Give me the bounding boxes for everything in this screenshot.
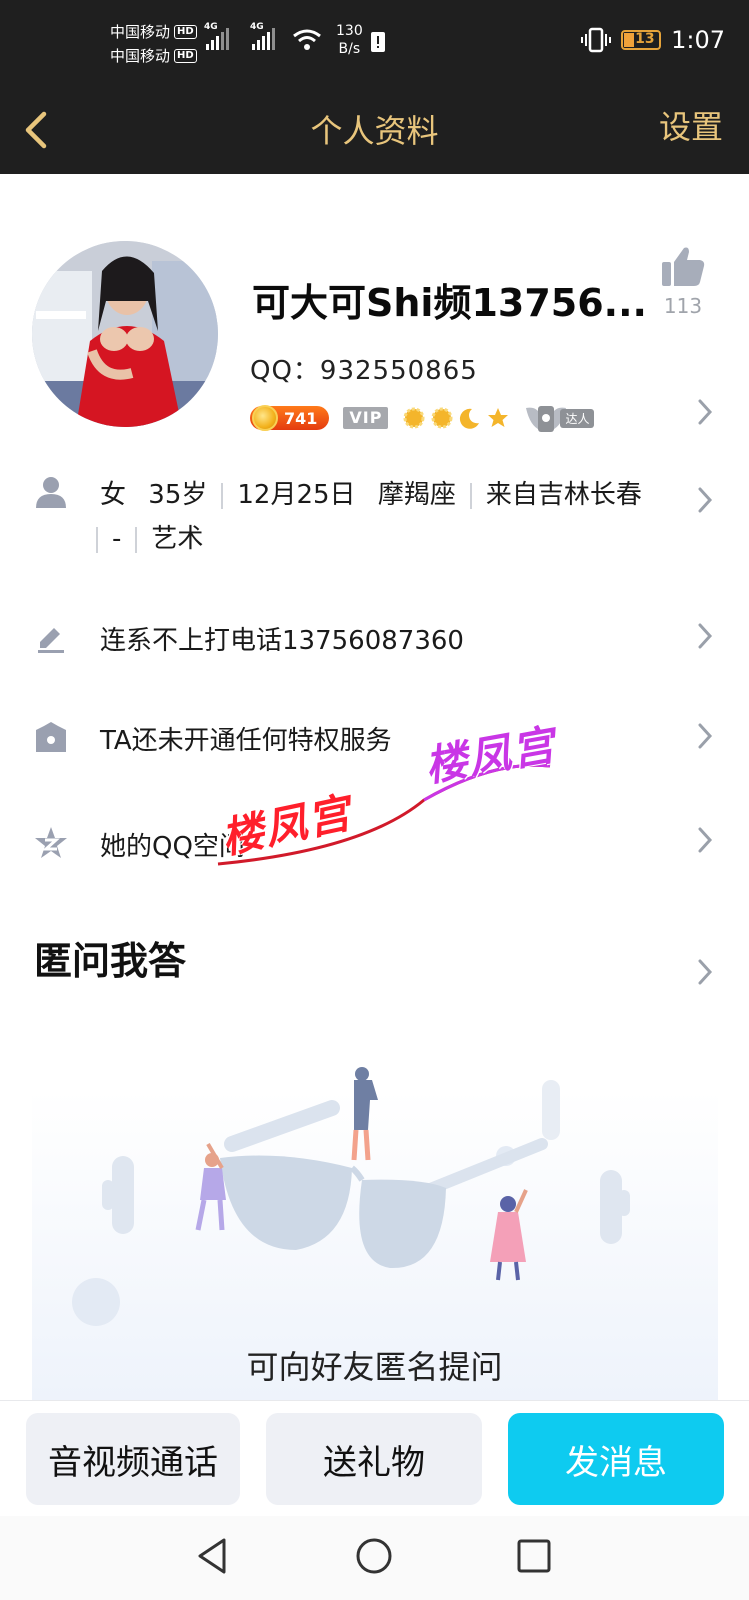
carrier-2: 中国移动 [110, 47, 171, 65]
divider [221, 482, 224, 509]
chevron-right-icon[interactable] [697, 398, 713, 426]
badge-row[interactable]: 741 VIP 达人 [250, 404, 595, 432]
basic-info-line2[interactable]: - 艺术 [96, 518, 203, 555]
send-gift-button[interactable]: 送礼物 [266, 1413, 482, 1505]
status-bar: 中国移动 HD 中国移动 HD 4G 4G 130 B/s 13 1:07 [0, 0, 749, 86]
qzone-star-icon [35, 827, 67, 858]
system-nav-bar [0, 1516, 749, 1600]
carrier-1: 中国移动 [110, 23, 171, 41]
nav-recents-icon[interactable] [514, 1536, 554, 1576]
sun-icon [431, 407, 453, 429]
send-message-button[interactable]: 发消息 [508, 1413, 724, 1505]
divider [469, 482, 472, 509]
nickname: 可大可Shi频13756... [252, 281, 647, 325]
page-title: 个人资料 [310, 112, 439, 150]
crown-icon [36, 722, 66, 752]
vibrate-icon [581, 27, 612, 53]
settings-button[interactable]: 设置 [659, 102, 723, 148]
net-speed: 130 B/s [336, 23, 363, 57]
age: 35岁 [148, 480, 208, 510]
edit-pencil-icon [38, 628, 64, 653]
qq-level-icons [402, 406, 510, 430]
basic-info[interactable]: 女 35岁 12月25日 摩羯座 来自吉林长春 [100, 474, 642, 511]
like-button[interactable]: 113 [655, 244, 711, 318]
star-icon [488, 408, 509, 427]
chevron-right-icon[interactable] [697, 958, 713, 986]
vip-badge: VIP [343, 407, 389, 429]
section-title: 匿问我答 [34, 939, 187, 983]
divider [135, 526, 138, 553]
signature[interactable]: 连系不上打电话13756087360 [100, 620, 464, 657]
qq-number: QQ：932550865 [250, 356, 478, 386]
birthday: 12月25日 [237, 480, 356, 510]
gender: 女 [100, 480, 127, 510]
chevron-right-icon[interactable] [697, 622, 713, 650]
hometown: 来自吉林长春 [485, 480, 642, 510]
action-bar: 音视频通话 送礼物 发消息 [0, 1400, 749, 1516]
daren-badge: 达人 [524, 404, 595, 432]
hd-badge: HD [174, 49, 197, 63]
chevron-right-icon[interactable] [697, 486, 713, 514]
alert-icon [371, 32, 385, 52]
signal-icon: 4G [250, 22, 275, 50]
nav-home-icon[interactable] [354, 1536, 394, 1576]
level-badge: 741 [250, 405, 330, 431]
battery-icon: 13 [621, 30, 662, 50]
person-icon [36, 477, 66, 508]
wifi-icon [293, 29, 321, 50]
chevron-right-icon[interactable] [697, 722, 713, 750]
nav-back-icon[interactable] [194, 1536, 234, 1576]
like-count: 113 [663, 294, 703, 318]
empty-state-caption: 可向好友匿名提问 [246, 1348, 503, 1386]
title-bar: 个人资料 设置 [0, 86, 749, 174]
chevron-right-icon[interactable] [697, 826, 713, 854]
hd-badge: HD [174, 25, 197, 39]
av-call-button[interactable]: 音视频通话 [26, 1413, 240, 1505]
thumbs-up-icon [662, 247, 705, 286]
carrier-info: 中国移动 HD 中国移动 HD [110, 20, 197, 68]
avatar[interactable] [32, 241, 218, 427]
divider [96, 526, 98, 553]
clock: 1:07 [671, 26, 725, 54]
signal-icon: 4G [204, 22, 229, 50]
placeholder-dash: - [112, 524, 122, 554]
moon-icon [460, 408, 480, 429]
zodiac: 摩羯座 [377, 480, 456, 510]
occupation: 艺术 [151, 524, 204, 554]
coin-icon [252, 405, 278, 431]
sun-icon [403, 407, 425, 429]
